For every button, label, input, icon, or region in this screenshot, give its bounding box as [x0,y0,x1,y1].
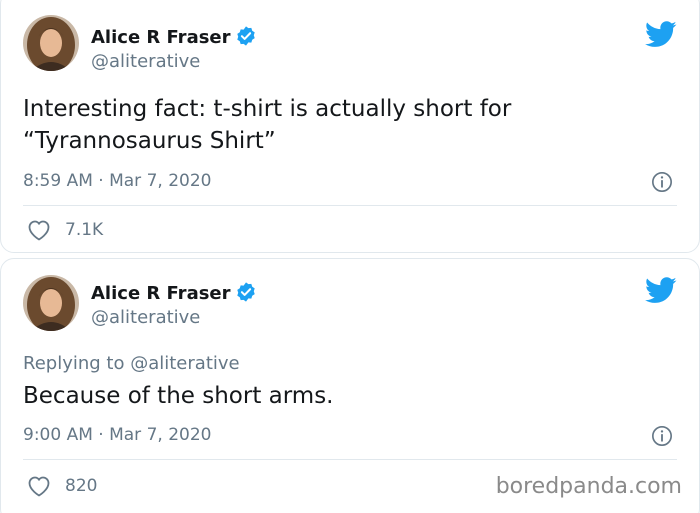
verified-badge-icon [236,26,255,46]
reply-prefix: Replying to [23,353,125,374]
like-button[interactable]: 7.1K [27,219,103,241]
verified-badge-icon [236,282,255,302]
timestamp[interactable]: 8:59 AM · Mar 7, 2020 [23,171,211,191]
like-count: 7.1K [65,220,104,240]
tweet-card[interactable]: Alice R Fraser @aliterative Interesting … [0,0,700,253]
info-icon[interactable] [651,425,673,447]
display-name[interactable]: Alice R Fraser [91,281,257,304]
divider [23,459,677,460]
replying-to: Replying to @aliterative [23,353,240,374]
like-button[interactable]: 820 [27,475,97,497]
divider [23,205,677,206]
user-handle[interactable]: @aliterative [91,307,200,328]
user-handle[interactable]: @aliterative [91,51,200,72]
twitter-bird-icon[interactable] [645,277,677,304]
tweet-text-line: “Tyrannosaurus Shirt” [23,128,276,154]
info-icon[interactable] [651,171,673,193]
heart-icon[interactable] [27,219,51,241]
display-name[interactable]: Alice R Fraser [91,25,257,48]
reply-mention-link[interactable]: @aliterative [130,353,239,374]
heart-icon[interactable] [27,475,51,497]
tweet-text: Interesting fact: t-shirt is actually sh… [23,93,673,157]
like-count: 820 [65,476,98,496]
tweet-text-line: Because of the short arms. [23,383,334,409]
twitter-bird-icon[interactable] [645,21,677,48]
display-name-text[interactable]: Alice R Fraser [91,27,231,48]
page: Alice R Fraser @aliterative Interesting … [0,0,700,513]
timestamp[interactable]: 9:00 AM · Mar 7, 2020 [23,425,211,445]
tweet-text: Because of the short arms. [23,380,673,412]
tweet-text-line: Interesting fact: t-shirt is actually sh… [23,96,512,122]
display-name-text[interactable]: Alice R Fraser [91,283,231,304]
avatar[interactable] [23,15,79,71]
watermark: boredpanda.com [495,474,682,499]
avatar[interactable] [23,275,79,331]
